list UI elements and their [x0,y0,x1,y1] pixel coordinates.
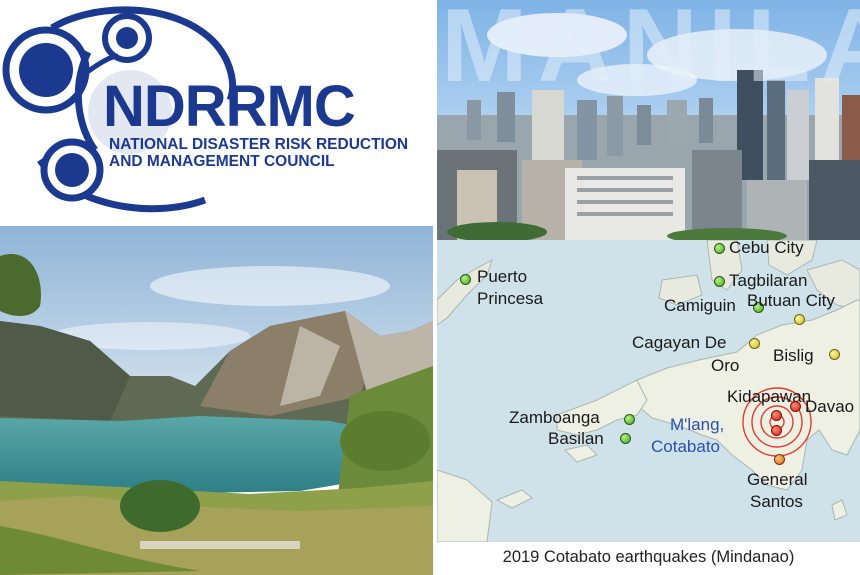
ndrrmc-logo-panel: NDRRMC NATIONAL DISASTER RISK REDUCTION … [0,0,433,226]
manila-skyline-photo: MANILA [437,0,860,240]
city-label-cebu: Cebu City [729,240,804,257]
city-label-general: General [747,470,808,489]
crater-lake-illustration [0,226,433,575]
manila-overlay-text: MANILA [441,0,860,104]
city-marker-tagbilaran [714,276,725,287]
city-label-camiguin: Camiguin [664,296,736,315]
logo-title: NDRRMC [103,74,356,139]
city-marker-bislig [829,349,840,360]
city-marker-cebu [714,243,725,254]
city-label-butuan: Butuan City [747,291,835,310]
city-marker-cagayan [749,338,760,349]
city-marker-davao [790,401,801,412]
map-caption: 2019 Cotabato earthquakes (Mindanao) [502,548,795,566]
city-label-zamboanga: Zamboanga [509,408,600,427]
city-marker-puerto-princesa [460,274,471,285]
city-label-mlang-2: Cotabato [651,437,720,456]
city-label-basilan: Basilan [548,429,604,448]
city-marker-basilan [620,433,631,444]
city-label-tagbilaran: Tagbilaran [729,271,808,290]
crater-lake-photo [0,226,433,575]
city-marker-general-santos [774,454,785,465]
logo-subtitle-line1: NATIONAL DISASTER RISK REDUCTION [109,136,409,153]
city-label-davao: Davao [805,397,855,416]
city-marker-butuan [794,314,805,325]
city-label-mlang-1: M'lang, [670,415,725,434]
city-label-puerto: Puerto [477,267,528,286]
logo-subtitle-line2: AND MANAGEMENT COUNCIL [109,153,335,170]
earthquake-map: Cebu City Tagbilaran Puerto Princesa Cam… [437,240,860,542]
epicenter-marker [771,425,782,436]
city-label-cagayan-1: Cagayan De [632,333,727,352]
city-label-cagayan-2: Oro [711,356,740,375]
city-marker-kidapawan [771,410,782,421]
city-label-bislig: Bislig [773,346,814,365]
city-label-princesa: Princesa [477,289,544,308]
city-marker-zamboanga [624,414,635,425]
city-label-santos: Santos [750,492,803,511]
